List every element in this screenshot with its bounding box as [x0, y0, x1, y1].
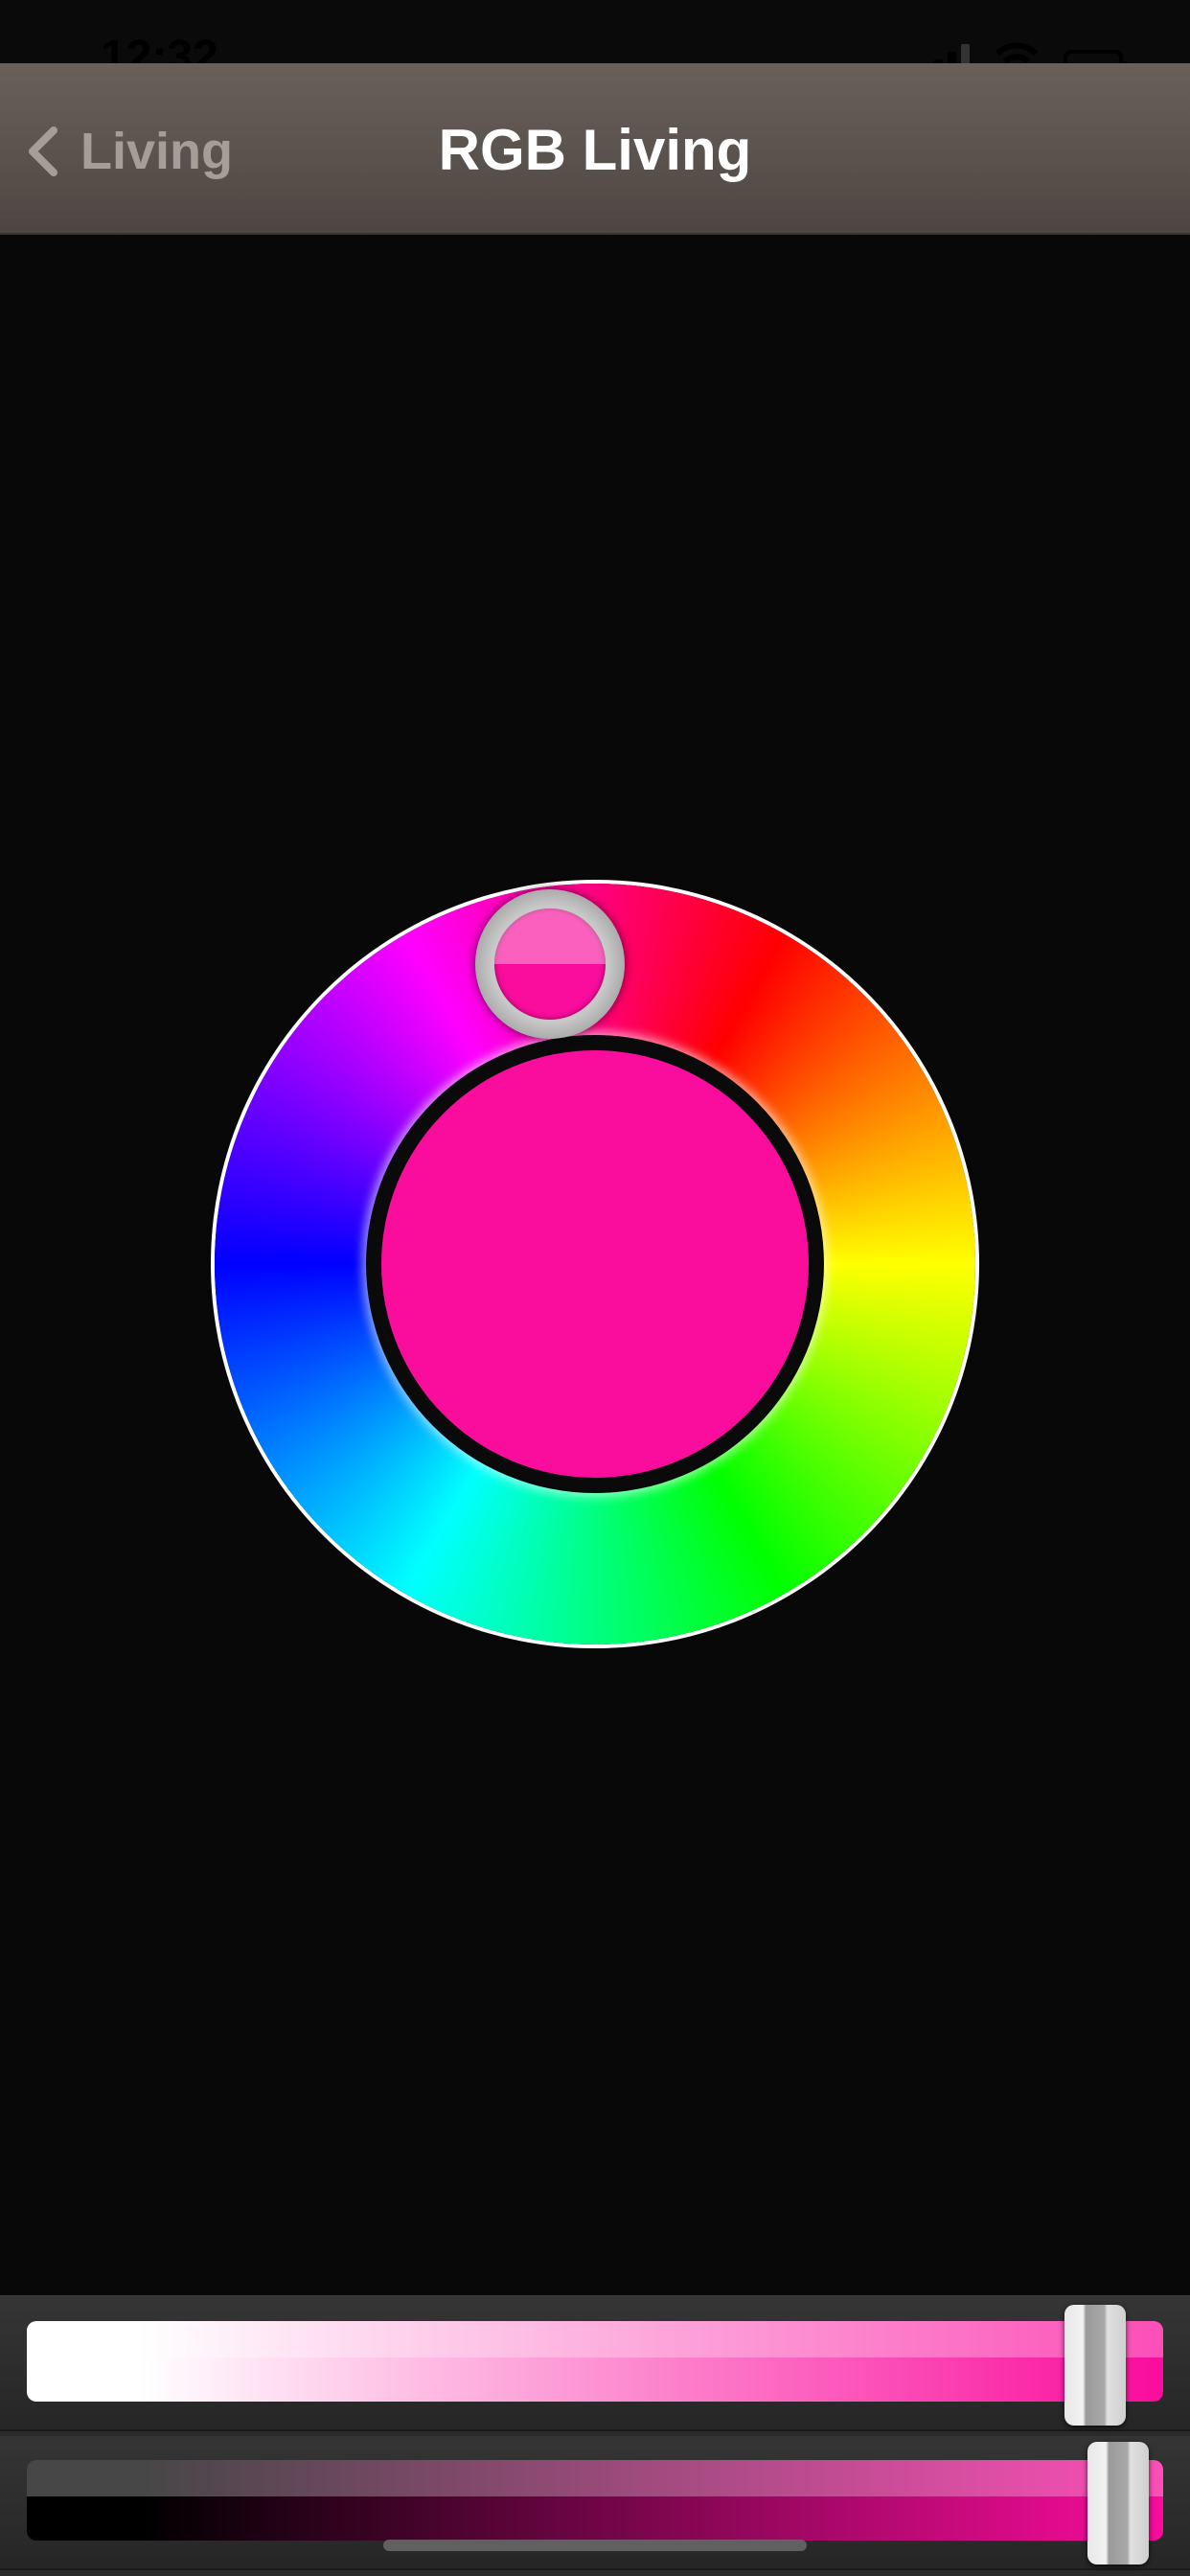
cellular-signal-icon [921, 40, 970, 63]
home-indicator [383, 2540, 807, 2551]
color-wheel[interactable] [215, 884, 975, 1644]
page-title: RGB Living [438, 118, 752, 182]
hue-handle-swatch [494, 908, 606, 1020]
status-icons [921, 40, 1128, 63]
saturation-slider-thumb[interactable] [1064, 2305, 1126, 2426]
slider-panel [0, 2295, 1190, 2576]
brightness-slider[interactable] [27, 2460, 1163, 2541]
battery-icon [1064, 50, 1128, 63]
saturation-slider-row [0, 2297, 1190, 2431]
status-bar: 12:32 [0, 0, 1190, 63]
wifi-icon [995, 42, 1039, 63]
color-preview[interactable] [381, 1050, 809, 1478]
saturation-slider[interactable] [27, 2321, 1163, 2402]
hue-handle[interactable] [475, 889, 625, 1039]
status-time: 12:32 [101, 32, 218, 64]
navigation-bar: Living RGB Living [0, 63, 1190, 235]
brightness-slider-thumb[interactable] [1087, 2442, 1149, 2564]
